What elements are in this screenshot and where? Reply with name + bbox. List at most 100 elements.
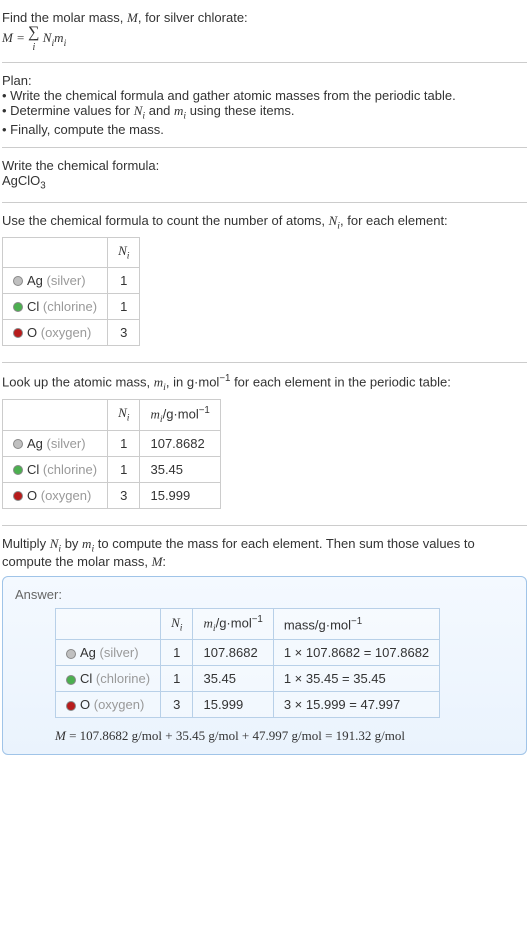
answer-box: Answer: Ni mi/g·mol−1 mass/g·mol−1 Ag (s…: [2, 576, 527, 755]
silver-dot-icon: [13, 276, 23, 286]
empty-header: [56, 609, 161, 640]
h-Ni: i: [127, 413, 130, 424]
element-symbol: Ag: [27, 273, 43, 288]
element-name: (chlorine): [43, 462, 97, 477]
element-symbol: O: [80, 697, 90, 712]
divider: [2, 362, 527, 363]
h-mass-exp: −1: [351, 616, 362, 627]
element-cell: Ag (silver): [3, 267, 108, 293]
count-value: 1: [161, 666, 193, 692]
mass-calc: 3 × 15.999 = 47.997: [273, 692, 439, 718]
count-value: 3: [161, 692, 193, 718]
plan-2-rest: using these items.: [186, 103, 294, 118]
chlorine-dot-icon: [13, 465, 23, 475]
element-name: (oxygen): [41, 488, 92, 503]
formula-m-sub: i: [64, 38, 67, 49]
count-atoms-text: Use the chemical formula to count the nu…: [2, 213, 527, 232]
chemical-formula-section: Write the chemical formula: AgClO3: [2, 152, 527, 198]
multiply-section: Multiply Ni by mi to compute the mass fo…: [2, 530, 527, 768]
element-symbol: Cl: [27, 462, 39, 477]
mul-M: M: [152, 554, 163, 569]
element-cell: Cl (chlorine): [3, 456, 108, 482]
element-symbol: O: [27, 488, 37, 503]
mass-value: 107.8682: [193, 640, 273, 666]
formula-sigma-sub: i: [32, 42, 35, 53]
oxygen-dot-icon: [66, 701, 76, 711]
h-N: N: [118, 405, 127, 420]
element-cell: Ag (silver): [56, 640, 161, 666]
divider: [2, 62, 527, 63]
count-value: 3: [108, 319, 140, 345]
element-cell: O (oxygen): [3, 319, 108, 345]
plan-2-and: and: [145, 103, 174, 118]
plan-item-2: • Determine values for Ni and mi using t…: [2, 103, 527, 122]
element-name: (silver): [47, 273, 86, 288]
plan-item-3: • Finally, compute the mass.: [2, 122, 527, 137]
h-N: N: [171, 615, 180, 630]
header-m: mi/g·mol−1: [140, 399, 220, 430]
count-value: 1: [108, 267, 140, 293]
table-row: Cl (chlorine) 1 35.45: [3, 456, 221, 482]
element-symbol: O: [27, 325, 37, 340]
element-cell: Ag (silver): [3, 430, 108, 456]
element-symbol: Cl: [27, 299, 39, 314]
header-N: Ni: [161, 609, 193, 640]
oxygen-dot-icon: [13, 491, 23, 501]
am-m: m: [154, 374, 163, 389]
oxygen-dot-icon: [13, 328, 23, 338]
table-row: Ag (silver) 1 107.8682: [3, 430, 221, 456]
element-symbol: Ag: [27, 436, 43, 451]
molar-mass-formula: M = ∑i Nimi: [2, 26, 527, 52]
element-name: (chlorine): [96, 671, 150, 686]
element-name: (oxygen): [94, 697, 145, 712]
answer-table: Ni mi/g·mol−1 mass/g·mol−1 Ag (silver) 1…: [55, 608, 440, 718]
header-N: Ni: [108, 399, 140, 430]
formula-M: M: [2, 30, 13, 45]
am-c: for each element in the periodic table:: [230, 374, 450, 389]
mass-calc: 1 × 35.45 = 35.45: [273, 666, 439, 692]
element-cell: O (oxygen): [3, 482, 108, 508]
answer-inner: Ni mi/g·mol−1 mass/g·mol−1 Ag (silver) 1…: [15, 608, 514, 744]
empty-header: [3, 399, 108, 430]
table-header-row: Ni mi/g·mol−1 mass/g·mol−1: [56, 609, 440, 640]
intro-text: Find the molar mass,: [2, 10, 127, 25]
formula-N: N: [40, 30, 52, 45]
h-Ni: i: [180, 622, 183, 633]
h-m: m: [150, 406, 159, 421]
count-value: 1: [108, 293, 140, 319]
silver-dot-icon: [13, 439, 23, 449]
final-result: M = 107.8682 g/mol + 35.45 g/mol + 47.99…: [55, 728, 514, 744]
mass-calc: 1 × 107.8682 = 107.8682: [273, 640, 439, 666]
count-value: 3: [108, 482, 140, 508]
mass-value: 35.45: [140, 456, 220, 482]
ca-N: N: [329, 213, 338, 228]
table-header-row: Ni mi/g·mol−1: [3, 399, 221, 430]
intro-var-M: M: [127, 10, 138, 25]
count-value: 1: [108, 430, 140, 456]
h-N: N: [118, 243, 127, 258]
chem-formula-text: AgClO: [2, 173, 40, 188]
divider: [2, 147, 527, 148]
final-eq: = 107.8682 g/mol + 35.45 g/mol + 47.997 …: [66, 728, 405, 743]
h-exp: −1: [252, 614, 263, 625]
element-cell: Cl (chlorine): [56, 666, 161, 692]
chem-formula-sub: 3: [40, 181, 45, 192]
chem-formula-header: Write the chemical formula:: [2, 158, 527, 173]
header-mass: mass/g·mol−1: [273, 609, 439, 640]
plan-2-m: m: [174, 103, 183, 118]
plan-section: Plan: • Write the chemical formula and g…: [2, 67, 527, 143]
intro-text-rest: , for silver chlorate:: [138, 10, 248, 25]
element-cell: O (oxygen): [56, 692, 161, 718]
am-b: , in g·mol: [166, 374, 219, 389]
element-name: (silver): [47, 436, 86, 451]
mul-a: Multiply: [2, 536, 50, 551]
h-mass: mass/g·mol: [284, 617, 351, 632]
ca-b: , for each element:: [340, 213, 448, 228]
h-unit: /g·mol: [216, 616, 252, 631]
table-row: O (oxygen) 3: [3, 319, 140, 345]
count-atoms-section: Use the chemical formula to count the nu…: [2, 207, 527, 358]
mul-d: :: [162, 554, 166, 569]
element-symbol: Ag: [80, 645, 96, 660]
element-name: (silver): [100, 645, 139, 660]
plan-item-1: • Write the chemical formula and gather …: [2, 88, 527, 103]
